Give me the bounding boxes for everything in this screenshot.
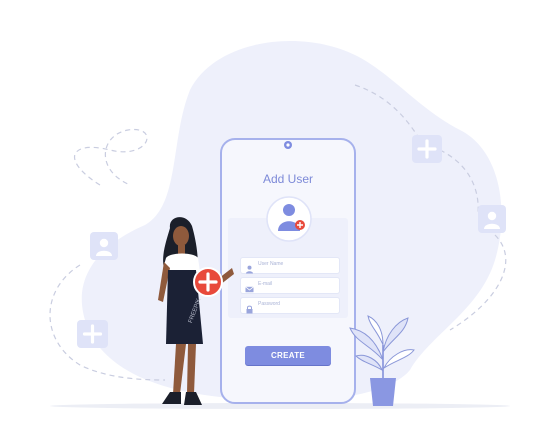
phone-screen: Add User User Name E-mail Password CREAT… bbox=[221, 139, 355, 403]
form-title: Add User bbox=[262, 172, 314, 186]
floating-user-icon-left bbox=[90, 232, 118, 260]
floating-add-icon-top bbox=[412, 135, 442, 163]
floating-add-icon-bottom bbox=[77, 320, 108, 348]
password-field[interactable]: Password bbox=[241, 298, 339, 314]
password-placeholder: Password bbox=[258, 301, 280, 307]
add-user-badge bbox=[193, 267, 223, 297]
mail-icon bbox=[245, 281, 254, 293]
create-button[interactable]: CREATE bbox=[245, 346, 331, 365]
floating-user-icon-right bbox=[478, 205, 506, 233]
email-placeholder: E-mail bbox=[258, 281, 273, 287]
username-placeholder: User Name bbox=[258, 261, 284, 267]
lock-icon bbox=[245, 301, 254, 314]
username-field[interactable]: User Name bbox=[241, 258, 339, 274]
email-field[interactable]: E-mail bbox=[241, 278, 339, 293]
user-icon bbox=[245, 261, 254, 274]
